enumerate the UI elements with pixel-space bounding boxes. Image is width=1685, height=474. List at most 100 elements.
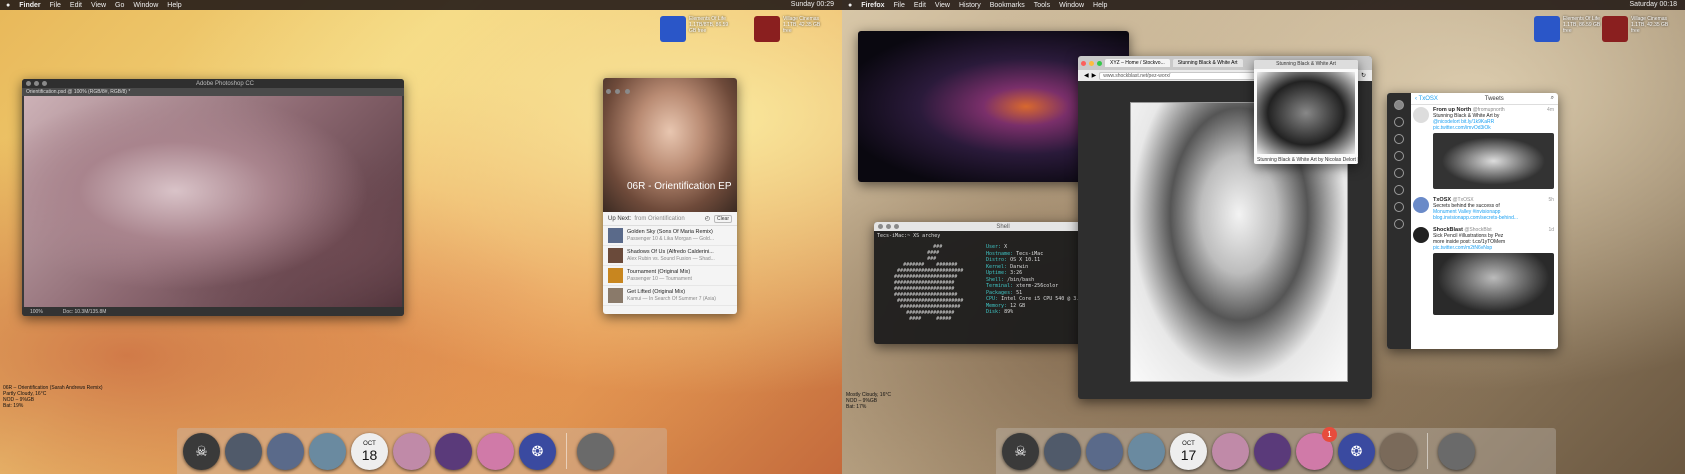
messages-icon[interactable]	[1394, 134, 1404, 144]
avatar[interactable]	[1413, 197, 1429, 213]
zoom-button[interactable]	[42, 81, 47, 86]
zoom-level[interactable]: 100%	[30, 309, 43, 315]
minimize-button[interactable]	[1089, 60, 1094, 66]
menu-edit[interactable]: Edit	[914, 2, 926, 9]
menu-bookmarks[interactable]: Bookmarks	[990, 2, 1025, 9]
forward-icon[interactable]: ▶	[1092, 72, 1097, 79]
menu-file[interactable]: File	[894, 2, 905, 9]
history-icon[interactable]: ◴	[705, 215, 710, 222]
menu-tools[interactable]: Tools	[1034, 2, 1050, 9]
photoshop-canvas[interactable]	[24, 96, 402, 307]
owl-app-icon[interactable]	[1380, 432, 1417, 470]
track-title: Tournament (Original Mix)	[627, 269, 691, 275]
tweet-media[interactable]	[1433, 133, 1554, 189]
track-row[interactable]: Tournament (Original Mix) Passenger 10 — …	[603, 266, 737, 286]
nebula-app-icon[interactable]	[435, 432, 472, 470]
desktop-icon-drive-2[interactable]: Village Cinemas 1.1TB, 42.35 GB free	[1602, 16, 1677, 42]
tweet[interactable]: 4m From up North @fromupnorth Stunning B…	[1413, 107, 1554, 191]
clear-button[interactable]: Clear	[714, 214, 732, 223]
tab-home[interactable]: XYZ – Home / Stockvo...	[1105, 59, 1170, 67]
minimize-button[interactable]	[34, 81, 39, 86]
sunset-app-icon[interactable]	[1212, 432, 1249, 470]
tab-art[interactable]: Stunning Black & White Art	[1172, 59, 1243, 67]
menu-window[interactable]: Window	[133, 2, 158, 9]
desktop-hud: 06R – Orientification (Sarah Andrews Rem…	[3, 385, 103, 409]
calendar-icon[interactable]: OCT 17	[1170, 432, 1207, 470]
apple-icon[interactable]: ●	[848, 2, 852, 9]
calendar-icon[interactable]: OCT 18	[351, 432, 388, 470]
menu-app-name[interactable]: Firefox	[861, 2, 884, 9]
lists-icon[interactable]	[1394, 219, 1404, 229]
back-icon[interactable]: ◀	[1084, 72, 1089, 79]
cloud-app-icon[interactable]	[1086, 432, 1123, 470]
moon-app-icon[interactable]	[1438, 432, 1475, 470]
skull-app-icon[interactable]: ☠	[183, 432, 220, 470]
photoshop-window[interactable]: Adobe Photoshop CC Orientification.psd @…	[22, 79, 404, 316]
bird-app-icon[interactable]	[1044, 432, 1081, 470]
minimize-button[interactable]	[886, 224, 891, 229]
track-row[interactable]: Shadows Of Us (Alfredo Calderini... Alex …	[603, 246, 737, 266]
mentions-icon[interactable]	[1394, 117, 1404, 127]
document-tab[interactable]: Orientification.psd @ 100% (RGB/8#, RGB/…	[22, 88, 404, 96]
desktop-icon-drive-2[interactable]: Village Cinemas 1.1TB, 42.35 GB free	[754, 16, 829, 42]
zoom-button[interactable]	[894, 224, 899, 229]
music-widget[interactable]: 06R - Orientification EP Up Next: from O…	[603, 78, 737, 314]
menu-view[interactable]: View	[935, 2, 950, 9]
shell-prompt[interactable]: Tecs-iMac:~ XS archey	[874, 231, 1108, 241]
reload-icon[interactable]: ↻	[1361, 72, 1366, 79]
search-icon[interactable]	[1394, 168, 1404, 178]
cloud-app-icon[interactable]	[267, 432, 304, 470]
track-row[interactable]: Golden Sky (Sons Of Maria Remix) Passenge…	[603, 226, 737, 246]
sky-app-icon[interactable]	[1128, 432, 1165, 470]
shell-titlebar[interactable]: Shell	[874, 222, 1108, 231]
tweet[interactable]: 1d ShockBlast @ShockBlst Sick Pencil #il…	[1413, 227, 1554, 317]
nebula-app-icon[interactable]	[1254, 432, 1291, 470]
shell-window[interactable]: Shell Tecs-iMac:~ XS archey ### #### ###…	[874, 222, 1108, 344]
avatar[interactable]	[1394, 100, 1404, 110]
up-next-header: Up Next: from Orientification ◴ Clear	[603, 212, 737, 226]
activity-icon[interactable]	[1394, 151, 1404, 161]
menu-app-name[interactable]: Finder	[19, 2, 40, 9]
back-button[interactable]: ‹ TxOSX	[1415, 96, 1438, 102]
tweet-media[interactable]	[1433, 253, 1554, 315]
sunset-app-icon[interactable]	[393, 432, 430, 470]
menu-help[interactable]: Help	[1093, 2, 1107, 9]
sphere-app-icon[interactable]: ❂	[519, 432, 556, 470]
menu-history[interactable]: History	[959, 2, 981, 9]
photoshop-titlebar[interactable]: Adobe Photoshop CC	[22, 79, 404, 88]
desktop-icon-drive[interactable]: Elements Of Life 1.1TB/8TB, 86.59 GB free	[660, 16, 735, 42]
sphere-app-icon[interactable]: ❂	[1338, 432, 1375, 470]
track-row[interactable]: Get Lifted (Original Mix) Kamui — In Sear…	[603, 286, 737, 306]
close-button[interactable]	[1081, 60, 1086, 66]
track-title: Golden Sky (Sons Of Maria Remix)	[627, 229, 713, 235]
desktop-icon-drive[interactable]: Elements Of Life 1.1TB, 86.59 GB free	[1534, 16, 1609, 42]
zoom-button[interactable]	[1097, 60, 1102, 66]
menu-help[interactable]: Help	[167, 2, 181, 9]
menubar-clock[interactable]: Saturday 00:18	[1630, 1, 1677, 8]
menu-go[interactable]: Go	[115, 2, 124, 9]
avatar[interactable]	[1413, 227, 1429, 243]
track-title: Shadows Of Us (Alfredo Calderini...	[627, 249, 714, 255]
pink-app-icon[interactable]	[477, 432, 514, 470]
menu-file[interactable]: File	[50, 2, 61, 9]
pink-app-icon[interactable]: 1	[1296, 426, 1337, 470]
sky-app-icon[interactable]	[309, 432, 346, 470]
menubar-clock[interactable]: Sunday 00:29	[791, 1, 834, 8]
menu-edit[interactable]: Edit	[70, 2, 82, 9]
search-icon[interactable]: ⌕	[1551, 95, 1554, 102]
bird-app-icon[interactable]	[225, 432, 262, 470]
twitter-window[interactable]: ‹ TxOSX Tweets ⌕ 4m From up North @fromu…	[1387, 93, 1558, 349]
dock-left: ☠ OCT 18 ❂	[177, 428, 667, 474]
close-button[interactable]	[26, 81, 31, 86]
avatar[interactable]	[1413, 107, 1429, 123]
close-button[interactable]	[878, 224, 883, 229]
menu-view[interactable]: View	[91, 2, 106, 9]
tweet[interactable]: 5h TxOSX @TxOSX Secrets behind the succe…	[1413, 197, 1554, 221]
profile-icon[interactable]	[1394, 202, 1404, 212]
favorites-icon[interactable]	[1394, 185, 1404, 195]
skull-app-icon[interactable]: ☠	[1002, 432, 1039, 470]
apple-icon[interactable]: ●	[6, 2, 10, 9]
moon-app-icon[interactable]	[577, 432, 614, 470]
tab-preview[interactable]: Stunning Black & White Art Stunning Blac…	[1254, 60, 1358, 164]
menu-window[interactable]: Window	[1059, 2, 1084, 9]
